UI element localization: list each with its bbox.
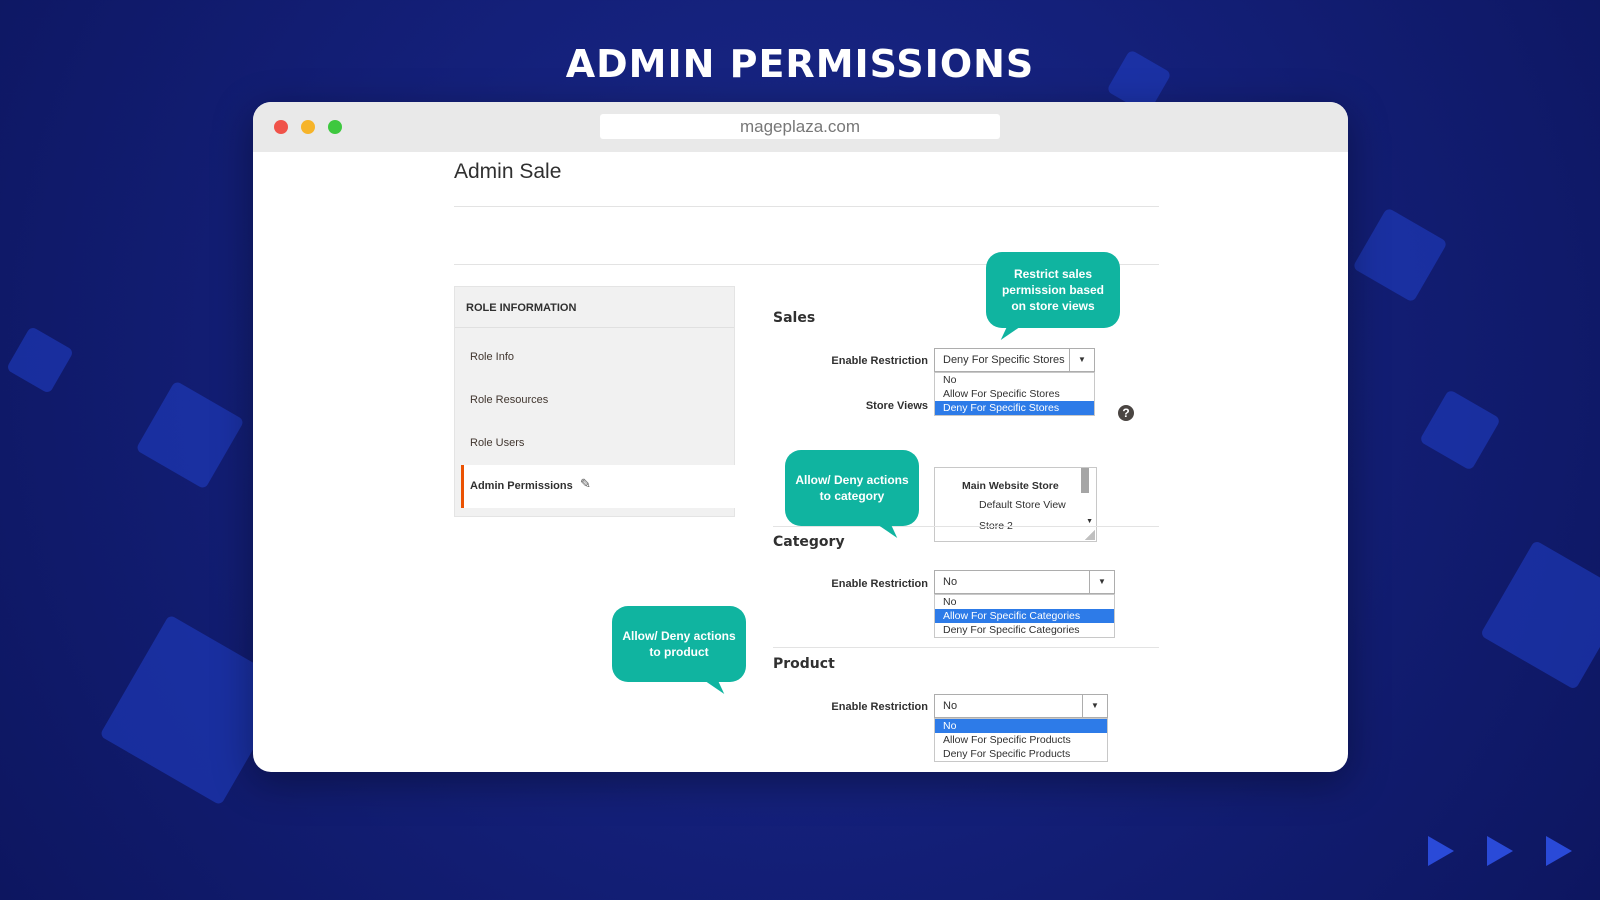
callout-category: Allow/ Deny actions to category <box>785 450 919 538</box>
role-information-nav: ROLE INFORMATION Role Info Role Resource… <box>454 286 736 517</box>
chevron-down-icon: ▼ <box>1082 695 1107 717</box>
browser-window: mageplaza.com Admin Sale ROLE INFORMATIO… <box>253 102 1348 772</box>
store-view-option[interactable]: Default Store View <box>979 499 1066 511</box>
chevron-down-icon: ▼ <box>1069 349 1094 371</box>
option-no[interactable]: No <box>935 373 1094 387</box>
callout-sales: Restrict sales permission based on store… <box>986 252 1120 340</box>
play-arrow-icon <box>1428 836 1454 866</box>
divider <box>455 327 734 328</box>
browser-titlebar: mageplaza.com <box>253 102 1348 152</box>
background-cube <box>5 325 75 395</box>
category-restriction-options: No Allow For Specific Categories Deny Fo… <box>934 594 1115 638</box>
category-section-title: Category <box>773 534 845 550</box>
sales-restriction-label: Enable Restriction <box>831 355 928 367</box>
nav-item-role-resources[interactable]: Role Resources <box>470 394 548 406</box>
page-content: Admin Sale ROLE INFORMATION Role Info Ro… <box>253 152 1348 772</box>
page-title: Admin Sale <box>454 160 562 183</box>
product-restriction-select[interactable]: No ▼ <box>934 694 1108 718</box>
option-deny-specific-products[interactable]: Deny For Specific Products <box>935 747 1107 761</box>
category-restriction-label: Enable Restriction <box>831 578 928 590</box>
product-restriction-label: Enable Restriction <box>831 701 928 713</box>
scrollbar-thumb[interactable] <box>1081 468 1089 493</box>
sales-section-title: Sales <box>773 310 816 326</box>
address-bar[interactable]: mageplaza.com <box>600 114 1000 139</box>
option-allow-specific-products[interactable]: Allow For Specific Products <box>935 733 1107 747</box>
sales-restriction-select[interactable]: Deny For Specific Stores ▼ <box>934 348 1095 372</box>
play-arrow-icon <box>1546 836 1572 866</box>
callout-text: Allow/ Deny actions to category <box>795 473 909 503</box>
background-cube <box>1419 389 1501 471</box>
divider <box>454 206 1159 207</box>
product-restriction-options: No Allow For Specific Products Deny For … <box>934 718 1108 762</box>
callout-text: Restrict sales permission based on store… <box>1001 267 1105 313</box>
minimize-window-icon[interactable] <box>301 120 315 134</box>
close-window-icon[interactable] <box>274 120 288 134</box>
nav-item-admin-permissions[interactable]: Admin Permissions ✎ <box>461 465 736 508</box>
nav-item-label: Admin Permissions <box>470 480 573 492</box>
resize-handle-icon[interactable] <box>1085 530 1095 540</box>
background-cube <box>1352 207 1448 303</box>
divider <box>773 526 1159 527</box>
store-views-label: Store Views <box>865 400 928 412</box>
background-cube <box>1479 539 1600 691</box>
option-deny-specific-stores[interactable]: Deny For Specific Stores <box>935 401 1094 415</box>
category-restriction-select[interactable]: No ▼ <box>934 570 1115 594</box>
headline: ADMIN PERMISSIONS <box>565 42 1035 86</box>
pencil-icon: ✎ <box>580 476 591 491</box>
option-no[interactable]: No <box>935 595 1114 609</box>
option-no[interactable]: No <box>935 719 1107 733</box>
nav-heading: ROLE INFORMATION <box>466 302 577 314</box>
callout-text: Allow/ Deny actions to product <box>622 629 736 659</box>
background-cube <box>135 380 245 490</box>
option-allow-specific-stores[interactable]: Allow For Specific Stores <box>935 387 1094 401</box>
maximize-window-icon[interactable] <box>328 120 342 134</box>
select-value: No <box>943 576 958 588</box>
sales-restriction-options: No Allow For Specific Stores Deny For Sp… <box>934 372 1095 416</box>
store-group-label: Main Website Store <box>962 480 1059 492</box>
select-value: Deny For Specific Stores <box>943 354 1065 366</box>
help-icon[interactable]: ? <box>1118 405 1134 421</box>
divider <box>773 647 1159 648</box>
option-deny-specific-categories[interactable]: Deny For Specific Categories <box>935 623 1114 637</box>
product-section-title: Product <box>773 656 835 672</box>
store-views-multiselect[interactable]: Main Website Store Default Store View St… <box>934 467 1097 542</box>
callout-tail <box>703 680 725 694</box>
callout-tail <box>1000 326 1022 340</box>
select-value: No <box>943 700 958 712</box>
scroll-down-icon[interactable]: ▼ <box>1086 518 1093 525</box>
nav-item-role-info[interactable]: Role Info <box>470 351 514 363</box>
play-arrow-icon <box>1487 836 1513 866</box>
callout-product: Allow/ Deny actions to product <box>612 606 746 694</box>
option-allow-specific-categories[interactable]: Allow For Specific Categories <box>935 609 1114 623</box>
chevron-down-icon: ▼ <box>1089 571 1114 593</box>
nav-item-role-users[interactable]: Role Users <box>470 437 524 449</box>
